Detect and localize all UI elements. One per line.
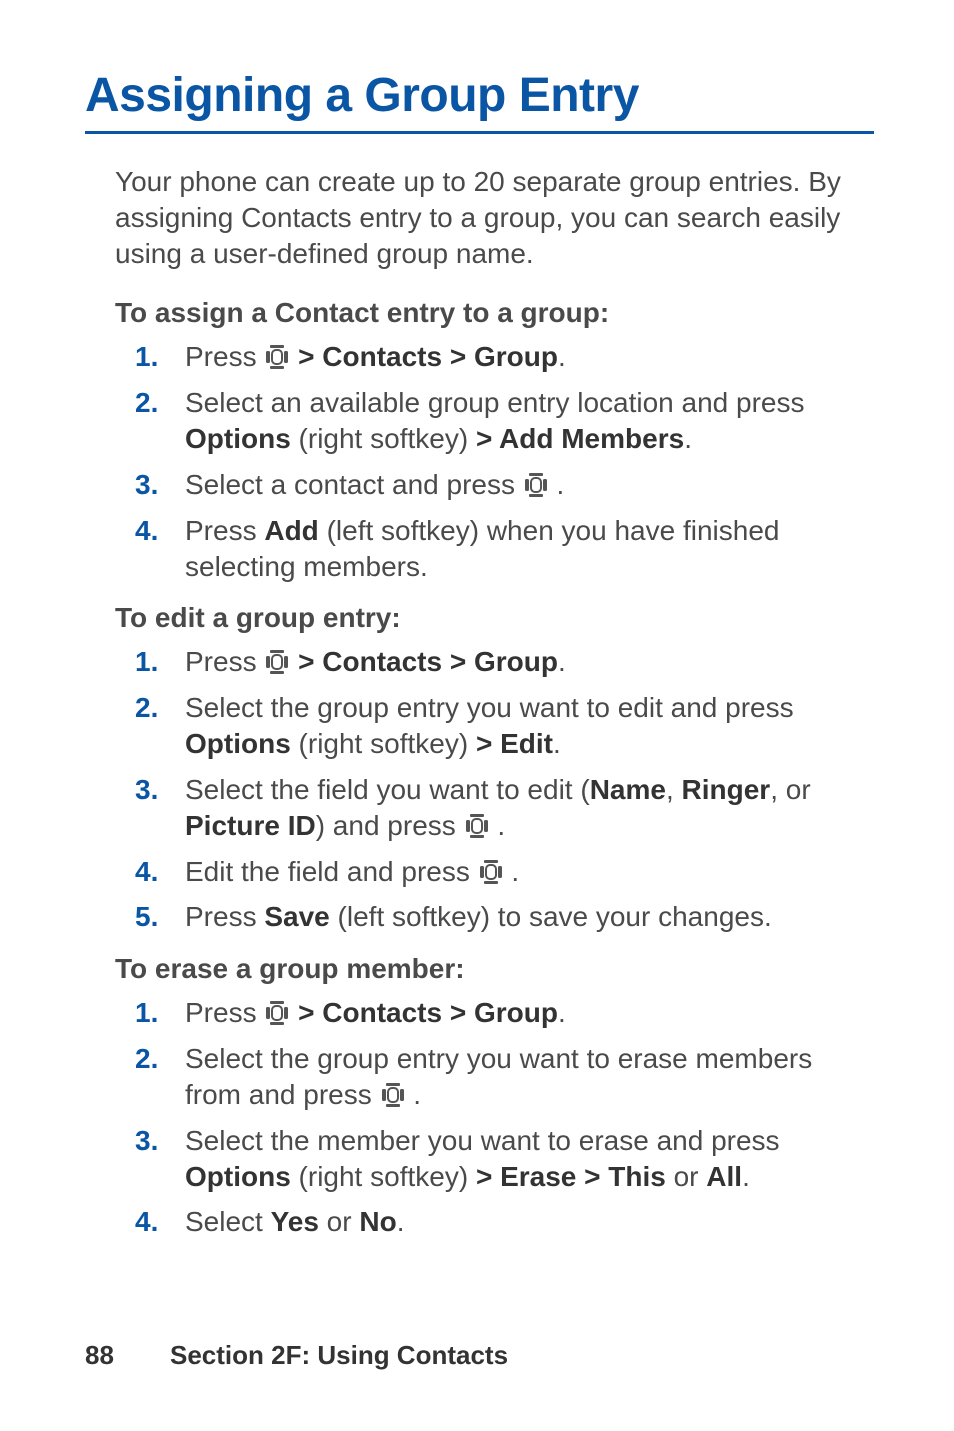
step-bold: Options	[185, 728, 291, 759]
subheading-assign: To assign a Contact entry to a group:	[115, 297, 874, 329]
step-bold: > Edit	[476, 728, 553, 759]
step-bold: Yes	[271, 1206, 319, 1237]
step-text: Press	[185, 901, 264, 932]
step-text: .	[504, 856, 520, 887]
step-bold: > Contacts > Group	[290, 646, 558, 677]
step-text: ) and press	[316, 810, 464, 841]
page-title: Assigning a Group Entry	[85, 68, 874, 123]
step-text: Select the member you want to erase and …	[185, 1125, 780, 1156]
step-text: or	[666, 1161, 706, 1192]
list-item: Select an available group entry location…	[185, 385, 874, 457]
step-bold: Save	[264, 901, 329, 932]
step-text: .	[558, 341, 566, 372]
list-item: Select Yes or No.	[185, 1204, 874, 1240]
step-text: Select a contact and press	[185, 469, 523, 500]
step-text: .	[406, 1079, 422, 1110]
step-text: Select an available group entry location…	[185, 387, 805, 418]
page-body: Your phone can create up to 20 separate …	[85, 164, 874, 1240]
steps-edit: Press > Contacts > Group. Select the gro…	[115, 644, 874, 935]
nav-key-icon	[382, 1083, 404, 1107]
step-text: or	[319, 1206, 359, 1237]
step-bold: > Contacts > Group	[290, 997, 558, 1028]
step-text: (left softkey) to save your changes.	[330, 901, 772, 932]
step-bold: All	[706, 1161, 742, 1192]
step-text: .	[742, 1161, 750, 1192]
title-underline	[85, 131, 874, 134]
step-text: Press	[185, 646, 264, 677]
step-bold: Picture ID	[185, 810, 316, 841]
page-footer: 88Section 2F: Using Contacts	[85, 1340, 508, 1371]
subheading-edit: To edit a group entry:	[115, 602, 874, 634]
step-bold: Options	[185, 423, 291, 454]
nav-key-icon	[266, 345, 288, 369]
step-text: .	[397, 1206, 405, 1237]
step-bold: > Erase > This	[476, 1161, 666, 1192]
page-number: 88	[85, 1340, 170, 1371]
step-text: Select	[185, 1206, 271, 1237]
list-item: Select a contact and press .	[185, 467, 874, 503]
step-bold: > Contacts > Group	[290, 341, 558, 372]
step-text: , or	[770, 774, 810, 805]
step-text: Select the field you want to edit (	[185, 774, 590, 805]
step-text: .	[558, 997, 566, 1028]
list-item: Press > Contacts > Group.	[185, 339, 874, 375]
list-item: Press > Contacts > Group.	[185, 995, 874, 1031]
step-text: Select the group entry you want to erase…	[185, 1043, 812, 1110]
nav-key-icon	[466, 814, 488, 838]
subheading-erase: To erase a group member:	[115, 953, 874, 985]
list-item: Select the member you want to erase and …	[185, 1123, 874, 1195]
list-item: Select the group entry you want to erase…	[185, 1041, 874, 1113]
manual-page: Assigning a Group Entry Your phone can c…	[0, 0, 954, 1431]
nav-key-icon	[266, 650, 288, 674]
nav-key-icon	[266, 1001, 288, 1025]
step-bold: Name	[590, 774, 666, 805]
step-text: Press	[185, 515, 264, 546]
list-item: Select the field you want to edit (Name,…	[185, 772, 874, 844]
step-bold: Options	[185, 1161, 291, 1192]
step-text: Press	[185, 997, 264, 1028]
step-text: (right softkey)	[291, 728, 476, 759]
step-text: Edit the field and press	[185, 856, 478, 887]
step-text: .	[549, 469, 565, 500]
step-text: .	[558, 646, 566, 677]
step-bold: Ringer	[682, 774, 771, 805]
intro-paragraph: Your phone can create up to 20 separate …	[115, 164, 874, 271]
step-text: .	[684, 423, 692, 454]
step-text: Select the group entry you want to edit …	[185, 692, 794, 723]
step-bold: > Add Members	[476, 423, 684, 454]
step-text: (right softkey)	[291, 423, 476, 454]
section-label: Section 2F: Using Contacts	[170, 1340, 508, 1370]
list-item: Press Save (left softkey) to save your c…	[185, 899, 874, 935]
list-item: Edit the field and press .	[185, 854, 874, 890]
step-bold: No	[359, 1206, 396, 1237]
step-text: Press	[185, 341, 264, 372]
step-text: .	[553, 728, 561, 759]
list-item: Press Add (left softkey) when you have f…	[185, 513, 874, 585]
nav-key-icon	[480, 860, 502, 884]
nav-key-icon	[525, 473, 547, 497]
steps-erase: Press > Contacts > Group. Select the gro…	[115, 995, 874, 1240]
step-text: (right softkey)	[291, 1161, 476, 1192]
list-item: Press > Contacts > Group.	[185, 644, 874, 680]
steps-assign: Press > Contacts > Group. Select an avai…	[115, 339, 874, 584]
step-text: .	[490, 810, 506, 841]
list-item: Select the group entry you want to edit …	[185, 690, 874, 762]
step-text: ,	[666, 774, 682, 805]
step-bold: Add	[264, 515, 318, 546]
